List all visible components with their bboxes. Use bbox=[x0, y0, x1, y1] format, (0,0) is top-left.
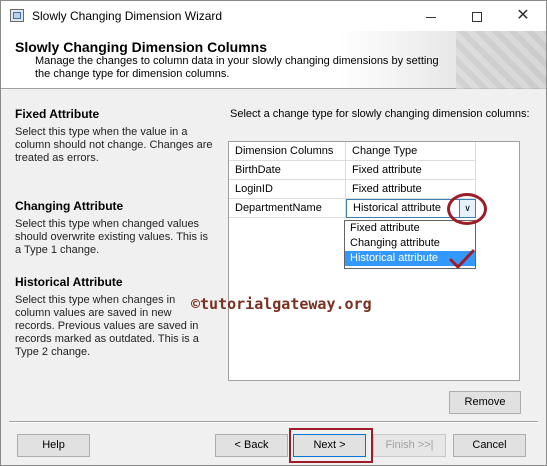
fixed-attribute-text: Select this type when the value in a col… bbox=[15, 126, 213, 164]
annotation-checkmark-icon bbox=[449, 249, 475, 269]
dimension-column-cell[interactable]: BirthDate bbox=[229, 161, 346, 180]
table-row[interactable]: BirthDate Fixed attribute bbox=[229, 161, 476, 180]
close-button[interactable]: ✕ bbox=[500, 1, 546, 31]
header-banner-graphic bbox=[456, 31, 546, 89]
help-button[interactable]: Help bbox=[17, 434, 90, 457]
remove-button[interactable]: Remove bbox=[449, 391, 521, 414]
fixed-attribute-help: Fixed Attribute Select this type when th… bbox=[15, 107, 213, 165]
minimize-button[interactable] bbox=[408, 1, 454, 31]
page-header: Slowly Changing Dimension Columns Manage… bbox=[1, 31, 546, 89]
next-button-highlight bbox=[289, 428, 373, 463]
maximize-icon bbox=[472, 12, 482, 23]
page-description: Manage the changes to column data in you… bbox=[35, 55, 439, 80]
cancel-button[interactable]: Cancel bbox=[453, 434, 526, 457]
dimension-column-cell[interactable]: DepartmentName bbox=[229, 199, 346, 218]
back-button[interactable]: < Back bbox=[215, 434, 288, 457]
fixed-attribute-heading: Fixed Attribute bbox=[15, 107, 100, 121]
minimize-icon bbox=[426, 16, 436, 18]
close-icon: ✕ bbox=[516, 7, 530, 24]
window-title: Slowly Changing Dimension Wizard bbox=[32, 9, 223, 23]
title-bar: Slowly Changing Dimension Wizard ✕ bbox=[1, 1, 546, 31]
column-header-change-type[interactable]: Change Type bbox=[346, 142, 476, 161]
change-type-cell[interactable]: Fixed attribute bbox=[346, 161, 476, 180]
changing-attribute-help: Changing Attribute Select this type when… bbox=[15, 199, 213, 257]
watermark-text: ©tutorialgateway.org bbox=[191, 295, 372, 313]
footer-divider bbox=[9, 421, 538, 423]
historical-attribute-heading: Historical Attribute bbox=[15, 275, 123, 289]
historical-attribute-text: Select this type when changes in column … bbox=[15, 294, 199, 358]
wizard-window: Slowly Changing Dimension Wizard ✕ Slowl… bbox=[0, 0, 547, 466]
maximize-button[interactable] bbox=[454, 1, 500, 31]
table-row[interactable]: LoginID Fixed attribute bbox=[229, 180, 476, 199]
dimension-column-cell[interactable]: LoginID bbox=[229, 180, 346, 199]
app-icon bbox=[10, 9, 24, 22]
annotation-circle bbox=[447, 193, 487, 225]
changing-attribute-heading: Changing Attribute bbox=[15, 199, 124, 213]
finish-button[interactable]: Finish >>| bbox=[373, 434, 446, 457]
dropdown-option-fixed[interactable]: Fixed attribute bbox=[345, 221, 475, 236]
column-header-dimension-columns[interactable]: Dimension Columns bbox=[229, 142, 346, 161]
grid-prompt: Select a change type for slowly changing… bbox=[230, 108, 530, 120]
table-row[interactable]: DepartmentName Historical attribute ∨ bbox=[229, 199, 476, 218]
historical-attribute-help: Historical Attribute Select this type wh… bbox=[15, 275, 213, 359]
page-title: Slowly Changing Dimension Columns bbox=[15, 39, 268, 55]
change-type-grid[interactable]: Dimension Columns Change Type BirthDate … bbox=[228, 141, 520, 381]
combobox-value: Historical attribute bbox=[353, 202, 442, 214]
grid-header-row: Dimension Columns Change Type bbox=[229, 142, 476, 161]
changing-attribute-text: Select this type when changed values sho… bbox=[15, 218, 208, 256]
